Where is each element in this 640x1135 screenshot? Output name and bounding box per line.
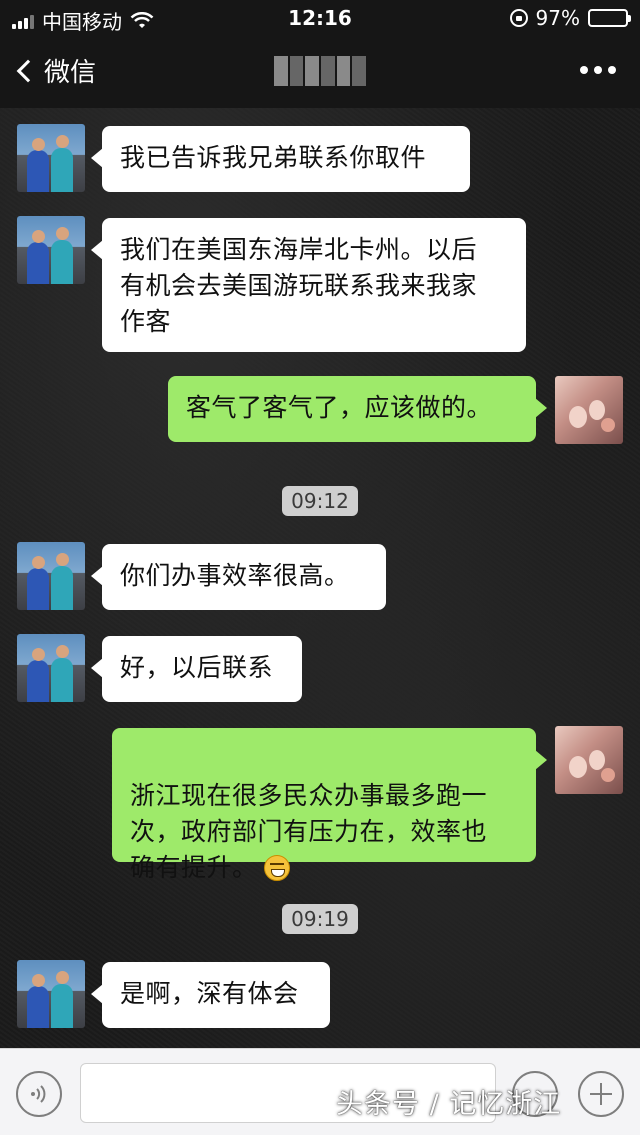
message-bubble-received[interactable]: 是啊，深有体会 — [91, 962, 330, 1028]
message-bubble-received[interactable]: 我已告诉我兄弟联系你取件 — [91, 126, 470, 192]
watermark-text: 头条号 / 记忆浙江 — [336, 1089, 562, 1120]
battery-percent: 97% — [535, 6, 580, 30]
back-button[interactable]: 微信 — [14, 52, 96, 89]
timestamp-badge: 09:19 — [0, 904, 640, 934]
back-label: 微信 — [44, 58, 97, 88]
nav-bar: 微信 — [0, 36, 640, 108]
battery-icon — [588, 9, 631, 27]
user-avatar[interactable] — [555, 726, 623, 794]
contact-avatar[interactable] — [17, 216, 85, 284]
contact-avatar[interactable] — [17, 124, 85, 192]
grinning-emoji-icon — [263, 855, 290, 881]
contact-avatar[interactable] — [17, 960, 85, 1028]
status-bar: 中国移动 12:16 97% — [0, 0, 640, 36]
chat-title-blurred — [274, 56, 367, 86]
timestamp-text: 09:19 — [282, 904, 358, 934]
status-right: 97% — [509, 6, 631, 30]
contact-avatar[interactable] — [17, 542, 85, 610]
chevron-left-icon — [16, 59, 40, 82]
contact-avatar[interactable] — [17, 634, 85, 702]
message-bubble-sent[interactable]: 客气了客气了，应该做的。 — [168, 376, 547, 442]
timestamp-text: 09:12 — [282, 486, 358, 516]
chat-message-list[interactable]: 我已告诉我兄弟联系你取件 我们在美国东海岸北卡州。以后 有机会去美国游玩联系我来… — [0, 108, 640, 1048]
message-text: 浙江现在很多民众办事最多跑一 次，政府部门有压力在，效率也 确有提升。 — [130, 781, 488, 882]
message-bubble-received[interactable]: 我们在美国东海岸北卡州。以后 有机会去美国游玩联系我来我家 作客 — [91, 218, 526, 352]
message-bubble-sent[interactable]: 浙江现在很多民众办事最多跑一 次，政府部门有压力在，效率也 确有提升。 — [112, 728, 547, 882]
message-bubble-received[interactable]: 好，以后联系 — [91, 636, 302, 702]
more-options-button[interactable] — [580, 66, 616, 74]
orientation-lock-icon — [509, 9, 528, 27]
message-bubble-received[interactable]: 你们办事效率很高。 — [91, 544, 386, 610]
voice-input-button[interactable] — [16, 1071, 62, 1117]
voice-wave-icon — [31, 1085, 46, 1103]
timestamp-badge: 09:12 — [0, 486, 640, 516]
more-actions-plus-button[interactable] — [578, 1071, 624, 1117]
user-avatar[interactable] — [555, 376, 623, 444]
